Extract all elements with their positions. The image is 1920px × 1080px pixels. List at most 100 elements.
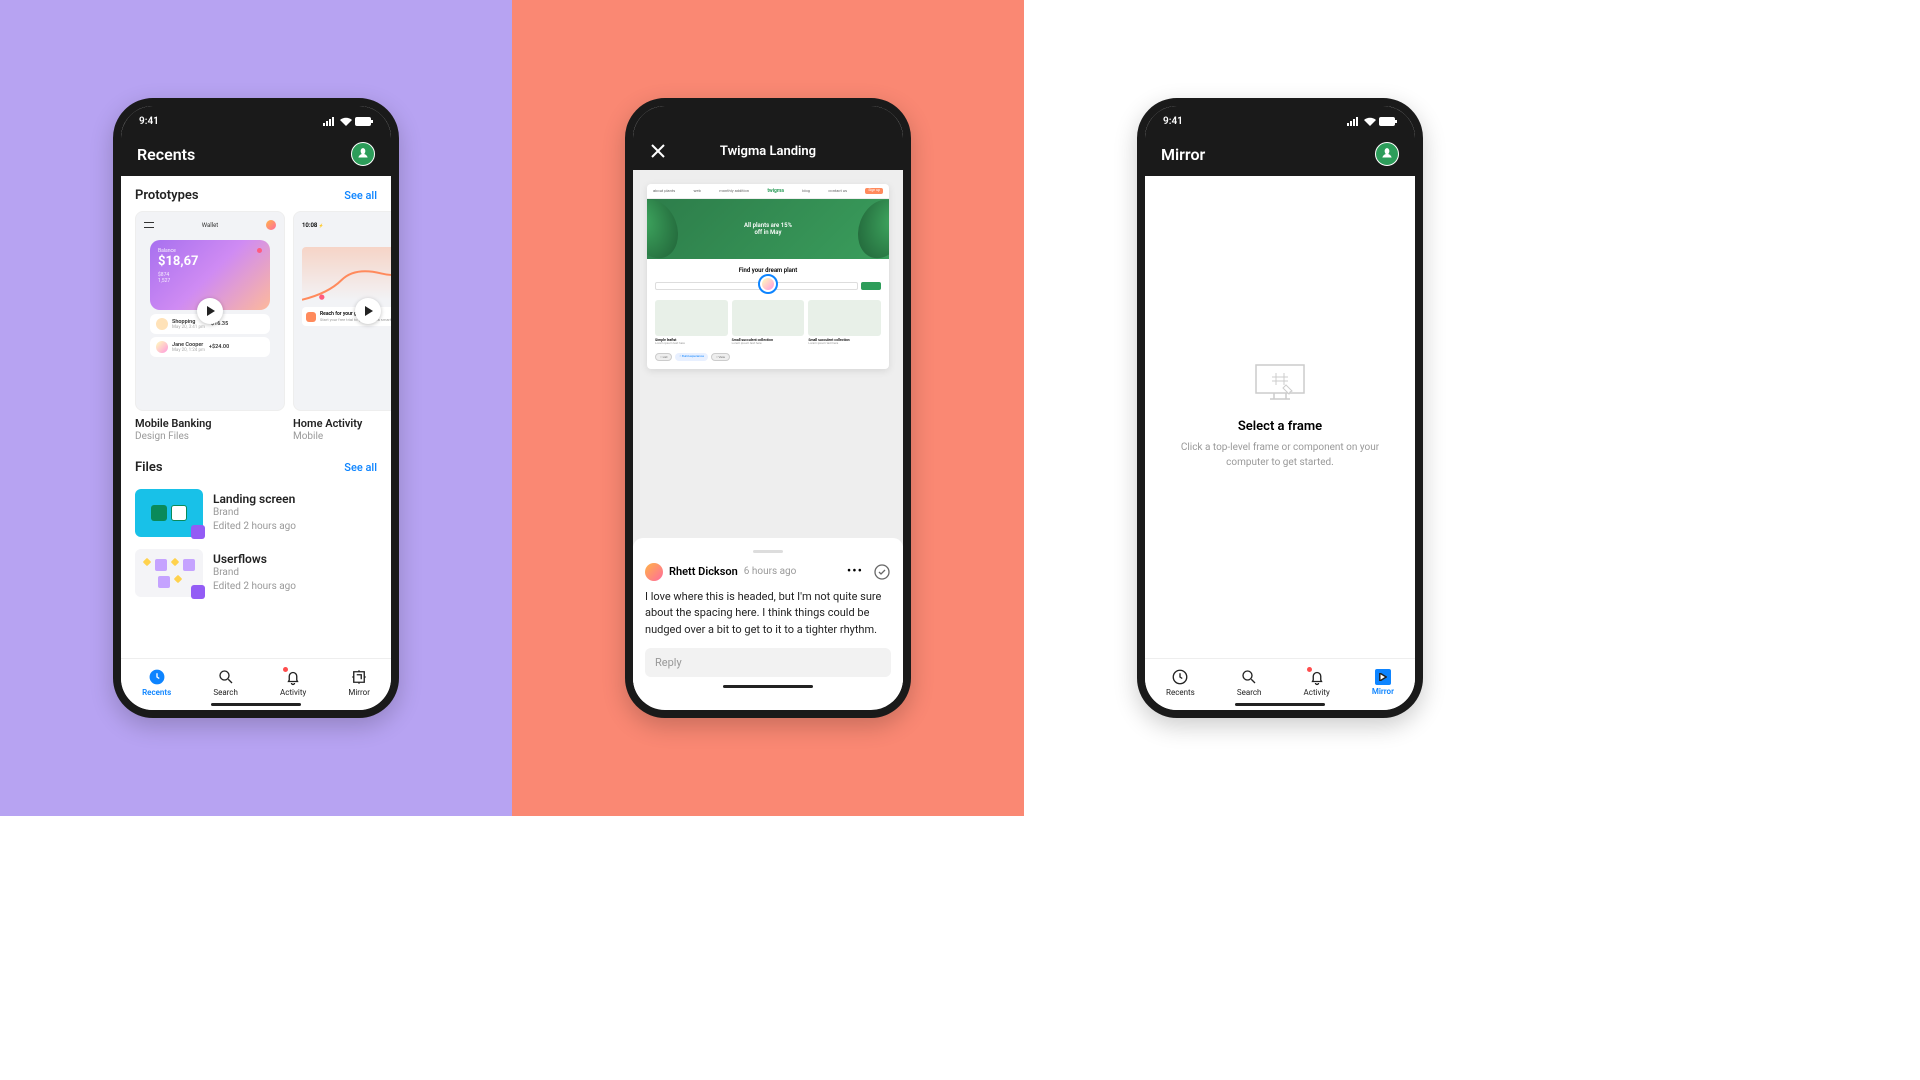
comment-pin-icon <box>758 274 778 294</box>
files-header: Files See all <box>121 448 391 483</box>
prototype-name: Mobile Banking <box>135 417 285 430</box>
file-item[interactable]: Landing screen Brand Edited 2 hours ago <box>121 483 391 543</box>
file-name: Landing screen <box>213 492 296 506</box>
nav-mirror[interactable]: Mirror <box>1372 669 1394 696</box>
files-see-all[interactable]: See all <box>344 461 377 474</box>
nav-search[interactable]: Search <box>213 668 238 697</box>
prototype-card[interactable]: Wallet Balance $18,67 $8741,527 Shopping… <box>135 211 285 442</box>
play-icon <box>197 298 223 324</box>
header: Twigma Landing <box>633 136 903 170</box>
comment-panel: Rhett Dickson 6 hours ago ••• I love whe… <box>633 538 903 703</box>
panel-purple: Twigma Landing about plants web monthly … <box>512 0 1024 816</box>
page-title: Twigma Landing <box>667 144 869 159</box>
clock-icon <box>148 668 166 686</box>
main-content: about plants web monthly addition twigma… <box>633 170 903 702</box>
battery-icon <box>355 117 373 126</box>
file-brand: Brand <box>213 566 296 580</box>
file-edited: Edited 2 hours ago <box>213 520 296 534</box>
comment-time: 6 hours ago <box>744 566 797 577</box>
user-avatar[interactable] <box>1375 142 1399 166</box>
home-indicator <box>1235 703 1325 706</box>
file-thumbnail <box>135 489 203 537</box>
nav-recents[interactable]: Recents <box>1166 668 1195 697</box>
nav-activity[interactable]: Activity <box>1304 668 1330 697</box>
prototypes-title: Prototypes <box>135 188 199 203</box>
commenter-name: Rhett Dickson <box>669 565 738 578</box>
header: Recents <box>121 136 391 176</box>
main-content: Select a frame Click a top-level frame o… <box>1145 176 1415 656</box>
home-indicator <box>211 703 301 706</box>
status-icons <box>323 117 373 126</box>
mirror-empty-state: Select a frame Click a top-level frame o… <box>1145 176 1415 656</box>
close-button[interactable] <box>649 142 667 160</box>
play-icon <box>355 298 381 324</box>
file-item[interactable]: Userflows Brand Edited 2 hours ago <box>121 543 391 603</box>
resolve-icon[interactable] <box>873 563 891 581</box>
avatar-icon <box>1380 147 1394 161</box>
wifi-icon <box>1364 117 1376 126</box>
status-icons <box>1347 117 1397 126</box>
nav-recents[interactable]: Recents <box>142 668 171 697</box>
bottom-nav: Recents Search Activity Mirror <box>1145 658 1415 710</box>
notification-dot-icon <box>1307 667 1312 672</box>
file-edited: Edited 2 hours ago <box>213 580 296 594</box>
prototypes-row: Wallet Balance $18,67 $8741,527 Shopping… <box>121 211 391 448</box>
status-bar <box>633 106 903 136</box>
status-time: 9:41 <box>139 116 159 127</box>
search-icon <box>1240 668 1258 686</box>
drag-handle[interactable] <box>753 550 783 553</box>
phone-comment: Twigma Landing about plants web monthly … <box>625 98 911 718</box>
empty-title: Select a frame <box>1238 419 1322 434</box>
page-title: Recents <box>137 145 195 164</box>
avatar-icon <box>266 220 276 230</box>
close-icon <box>649 142 667 160</box>
status-bar: 9:41 <box>1145 106 1415 136</box>
reply-input[interactable]: Reply <box>645 648 891 677</box>
home-indicator <box>723 685 813 688</box>
mirror-icon <box>1375 669 1391 685</box>
panel-coral: 9:41 Mirror Select a frame <box>1024 0 1536 816</box>
header: Mirror <box>1145 136 1415 176</box>
prototype-name: Home Activity <box>293 417 391 430</box>
mirror-icon <box>350 668 368 686</box>
nav-activity[interactable]: Activity <box>280 668 306 697</box>
prototypes-header: Prototypes See all <box>121 176 391 211</box>
main-content: Prototypes See all Wallet Balance $18,67… <box>121 176 391 656</box>
search-icon <box>217 668 235 686</box>
files-title: Files <box>135 460 163 475</box>
commenter-avatar <box>645 563 663 581</box>
status-time: 9:41 <box>1163 116 1183 127</box>
nav-mirror[interactable]: Mirror <box>348 668 370 697</box>
signal-icon <box>1347 117 1361 126</box>
battery-icon <box>1379 117 1397 126</box>
figjam-badge-icon <box>191 585 205 599</box>
frame-monitor-icon <box>1252 363 1308 403</box>
clock-icon <box>1171 668 1189 686</box>
comment-body: I love where this is headed, but I'm not… <box>645 589 891 639</box>
phone-mirror: 9:41 Mirror Select a frame <box>1137 98 1423 718</box>
empty-subtitle: Click a top-level frame or component on … <box>1175 440 1385 470</box>
more-icon[interactable]: ••• <box>847 564 863 579</box>
prototype-thumbnail: 10:08 ⚡ Home Reach for your goalsStart y… <box>293 211 391 411</box>
panel-green: 9:41 Recents Prototypes See all <box>0 0 512 816</box>
phone-recents: 9:41 Recents Prototypes See all <box>113 98 399 718</box>
prototype-sub: Mobile <box>293 431 391 442</box>
file-thumbnail <box>135 549 203 597</box>
signal-icon <box>323 117 337 126</box>
prototypes-see-all[interactable]: See all <box>344 189 377 202</box>
menu-icon <box>144 222 154 228</box>
file-name: Userflows <box>213 552 296 566</box>
nav-search[interactable]: Search <box>1237 668 1262 697</box>
status-bar: 9:41 <box>121 106 391 136</box>
page-title: Mirror <box>1161 145 1205 164</box>
bottom-nav: Recents Search Activity Mirror <box>121 658 391 710</box>
avatar-icon <box>356 147 370 161</box>
prototype-card[interactable]: 10:08 ⚡ Home Reach for your goalsStart y… <box>293 211 391 442</box>
file-brand: Brand <box>213 506 296 520</box>
user-avatar[interactable] <box>351 142 375 166</box>
wifi-icon <box>340 117 352 126</box>
prototype-thumbnail: Wallet Balance $18,67 $8741,527 Shopping… <box>135 211 285 411</box>
prototype-sub: Design Files <box>135 431 285 442</box>
figma-badge-icon <box>191 525 205 539</box>
design-preview[interactable]: about plants web monthly addition twigma… <box>633 170 903 546</box>
